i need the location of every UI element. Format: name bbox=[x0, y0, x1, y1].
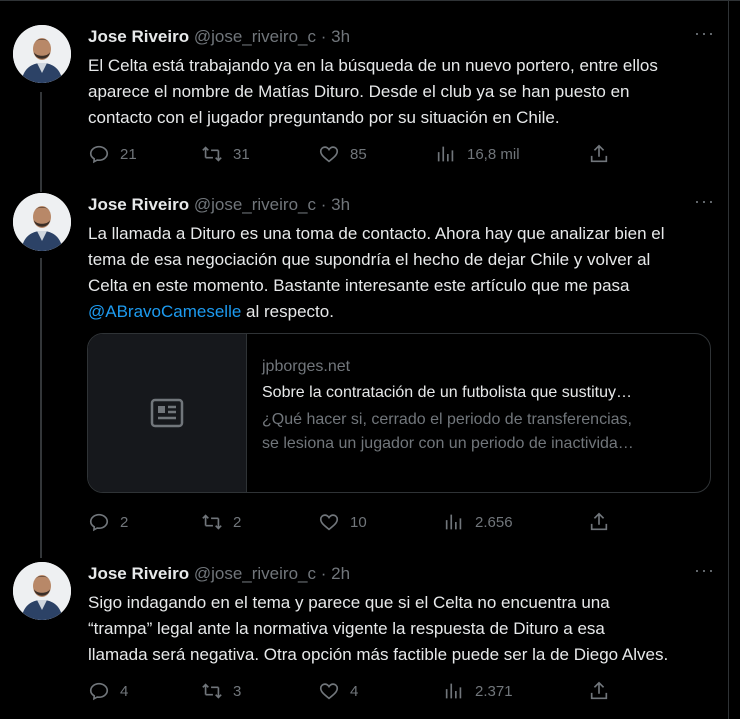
retweet-count: 3 bbox=[233, 682, 242, 700]
timestamp[interactable]: 3h bbox=[331, 27, 350, 46]
share-icon bbox=[590, 144, 608, 163]
tweet-text-line: llamada será negativa. Otra opción más f… bbox=[88, 645, 669, 664]
link-card[interactable]: jpborges.net Sobre la contratación de un… bbox=[87, 333, 711, 493]
tweet[interactable]: Jose Riveiro @jose_riveiro_c · 3h ··· La… bbox=[0, 192, 729, 538]
tweet-text-line: El Celta está trabajando ya en la búsque… bbox=[88, 56, 658, 75]
card-domain: jpborges.net bbox=[262, 358, 351, 375]
like-button[interactable]: 10 bbox=[318, 510, 367, 534]
tweet-header: Jose Riveiro @jose_riveiro_c · 3h bbox=[88, 26, 350, 48]
retweet-icon bbox=[202, 514, 222, 530]
retweet-button[interactable]: 3 bbox=[201, 679, 241, 703]
tweet-text: La llamada a Dituro es una toma de conta… bbox=[88, 221, 714, 325]
mention-link[interactable]: @ABravoCameselle bbox=[88, 302, 241, 321]
author-handle[interactable]: @jose_riveiro_c bbox=[194, 195, 316, 214]
retweet-button[interactable]: 2 bbox=[201, 510, 241, 534]
card-title: Sobre la contratación de un futbolista q… bbox=[262, 384, 632, 401]
share-button[interactable] bbox=[588, 142, 610, 166]
share-button[interactable] bbox=[588, 679, 610, 703]
tweet-header: Jose Riveiro @jose_riveiro_c · 3h bbox=[88, 194, 350, 216]
retweet-icon bbox=[202, 146, 222, 162]
timestamp[interactable]: 2h bbox=[331, 564, 350, 583]
tweet-text-line: @ABravoCameselle al respecto. bbox=[88, 299, 714, 325]
tweet-text-line: contacto con el jugador preguntando por … bbox=[88, 108, 560, 127]
reply-count: 21 bbox=[120, 145, 137, 163]
views-count: 2.371 bbox=[475, 682, 513, 700]
tweet-text-line: Sigo indagando en el tema y parece que s… bbox=[88, 593, 610, 612]
tweet-actions: 2 2 10 2.656 bbox=[88, 510, 628, 534]
views-count: 2.656 bbox=[475, 513, 513, 531]
tweet-text-line: tema de esa negociación que supondría el… bbox=[88, 250, 651, 269]
separator-dot: · bbox=[320, 195, 327, 214]
separator-dot: · bbox=[320, 564, 327, 583]
tweet-actions: 21 31 85 16,8 mil bbox=[88, 142, 628, 166]
author-name[interactable]: Jose Riveiro bbox=[88, 564, 189, 583]
top-border bbox=[0, 0, 740, 1]
tweet-text-tail: al respecto. bbox=[241, 302, 334, 321]
tweet-text-line: Celta en este momento. Bastante interesa… bbox=[88, 276, 630, 295]
share-icon bbox=[590, 512, 608, 531]
like-icon bbox=[319, 146, 339, 163]
more-options-button[interactable]: ··· bbox=[694, 561, 715, 579]
reply-icon bbox=[89, 513, 109, 532]
like-button[interactable]: 85 bbox=[318, 142, 367, 166]
tweet-text: Sigo indagando en el tema y parece que s… bbox=[88, 590, 714, 668]
like-icon bbox=[319, 683, 339, 700]
share-button[interactable] bbox=[588, 510, 610, 534]
reply-button[interactable]: 2 bbox=[88, 510, 128, 534]
more-options-button[interactable]: ··· bbox=[694, 24, 715, 42]
share-icon bbox=[590, 681, 608, 700]
retweet-count: 2 bbox=[233, 513, 242, 531]
reply-icon bbox=[89, 145, 109, 164]
reply-button[interactable]: 4 bbox=[88, 679, 128, 703]
card-description-line: ¿Qué hacer si, cerrado el periodo de tra… bbox=[262, 411, 632, 428]
views-button[interactable]: 2.656 bbox=[443, 510, 513, 534]
tweet-header: Jose Riveiro @jose_riveiro_c · 2h bbox=[88, 563, 350, 585]
views-icon bbox=[445, 514, 462, 530]
like-button[interactable]: 4 bbox=[318, 679, 358, 703]
card-description: ¿Qué hacer si, cerrado el periodo de tra… bbox=[262, 408, 692, 456]
author-handle[interactable]: @jose_riveiro_c bbox=[194, 564, 316, 583]
author-name[interactable]: Jose Riveiro bbox=[88, 195, 189, 214]
article-icon bbox=[150, 398, 184, 428]
like-icon bbox=[319, 514, 339, 531]
tweet-text-line: “trampa” legal ante la normativa vigente… bbox=[88, 619, 605, 638]
views-button[interactable]: 16,8 mil bbox=[435, 142, 520, 166]
tweet-actions: 4 3 4 2.371 bbox=[88, 679, 628, 703]
like-count: 85 bbox=[350, 145, 367, 163]
card-body: jpborges.net Sobre la contratación de un… bbox=[262, 356, 692, 456]
tweet-text-line: La llamada a Dituro es una toma de conta… bbox=[88, 224, 665, 243]
card-description-line: se lesiona un jugador con un periodo de … bbox=[262, 435, 634, 452]
reply-button[interactable]: 21 bbox=[88, 142, 137, 166]
views-icon bbox=[437, 146, 454, 162]
retweet-icon bbox=[202, 683, 222, 699]
tweet[interactable]: Jose Riveiro @jose_riveiro_c · 3h ··· El… bbox=[0, 24, 729, 170]
like-count: 10 bbox=[350, 513, 367, 531]
more-options-button[interactable]: ··· bbox=[694, 192, 715, 210]
views-count: 16,8 mil bbox=[467, 145, 520, 163]
separator-dot: · bbox=[320, 27, 327, 46]
author-handle[interactable]: @jose_riveiro_c bbox=[194, 27, 316, 46]
reply-count: 4 bbox=[120, 682, 129, 700]
reply-icon bbox=[89, 682, 109, 701]
avatar[interactable] bbox=[13, 193, 71, 251]
views-icon bbox=[445, 683, 462, 699]
reply-count: 2 bbox=[120, 513, 129, 531]
author-name[interactable]: Jose Riveiro bbox=[88, 27, 189, 46]
retweet-button[interactable]: 31 bbox=[201, 142, 250, 166]
like-count: 4 bbox=[350, 682, 359, 700]
views-button[interactable]: 2.371 bbox=[443, 679, 513, 703]
tweet-text-line: aparece el nombre de Matías Dituro. Desd… bbox=[88, 82, 630, 101]
timestamp[interactable]: 3h bbox=[331, 195, 350, 214]
tweet-text: El Celta está trabajando ya en la búsque… bbox=[88, 53, 714, 131]
avatar[interactable] bbox=[13, 562, 71, 620]
retweet-count: 31 bbox=[233, 145, 250, 163]
avatar[interactable] bbox=[13, 25, 71, 83]
card-thumbnail bbox=[88, 334, 247, 492]
tweet[interactable]: Jose Riveiro @jose_riveiro_c · 2h ··· Si… bbox=[0, 561, 729, 712]
